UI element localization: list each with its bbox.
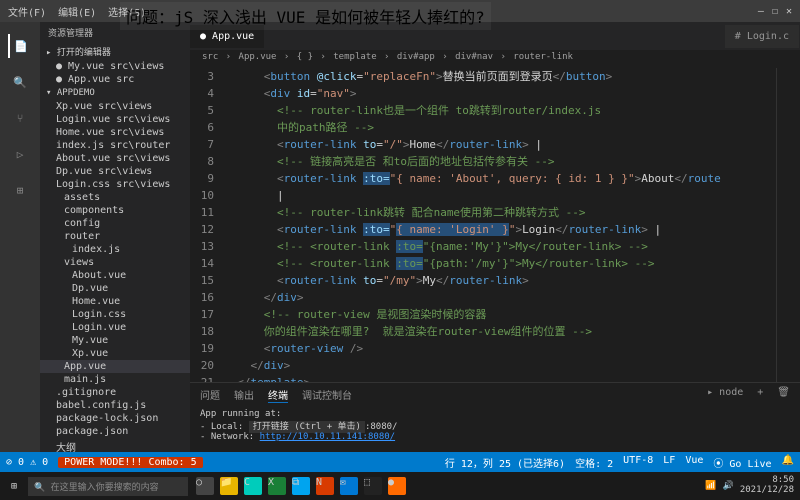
terminal-new-icon[interactable]: + [757, 387, 763, 403]
panel-tab[interactable]: 调试控制台 [302, 387, 352, 403]
tree-item[interactable]: Xp.vue src\views [40, 100, 190, 113]
breadcrumb-segment[interactable]: template [333, 52, 376, 62]
terminal-dropdown[interactable]: ▸ node [707, 387, 743, 403]
tree-item[interactable]: views [40, 256, 190, 269]
breadcrumb-segment[interactable]: div#app [397, 52, 435, 62]
status-go-live[interactable]: ⦿ Go Live [713, 455, 771, 470]
tree-item[interactable]: Home.vue src\views [40, 126, 190, 139]
explorer-icon[interactable]: 📄 [8, 34, 32, 58]
task-icon[interactable]: ✉ [340, 477, 358, 495]
tree-item[interactable]: package.json [40, 425, 190, 438]
status-spaces[interactable]: 空格: 2 [575, 455, 613, 470]
tray-clock[interactable]: 8:50 2021/12/28 [740, 476, 794, 496]
tree-item[interactable]: components [40, 204, 190, 217]
minimap[interactable] [776, 68, 800, 382]
tree-item[interactable]: Login.css src\views [40, 178, 190, 191]
panel-tab[interactable]: 问题 [200, 387, 220, 403]
window-controls[interactable]: —☐✕ [750, 6, 792, 17]
status-ln-col[interactable]: 行 12，列 25 (已选择6) [445, 455, 565, 470]
tree-item[interactable]: Xp.vue [40, 347, 190, 360]
tree-item[interactable]: Login.css [40, 308, 190, 321]
project-header[interactable]: ▾ APPDEMO [40, 86, 190, 100]
tray-volume-icon[interactable]: 🔊 [723, 481, 734, 491]
start-button[interactable]: ⊞ [0, 481, 28, 492]
code-editor[interactable]: <button @click="replaceFn">替换当前页面到登录页</b… [224, 68, 776, 382]
panel-tab[interactable]: 输出 [234, 387, 254, 403]
tree-item[interactable]: package-lock.json [40, 412, 190, 425]
status-encoding[interactable]: UTF-8 [623, 455, 653, 470]
tree-item[interactable]: App.vue [40, 360, 190, 373]
status-power-mode[interactable]: POWER MODE!!! Combo: 5 [58, 457, 202, 468]
tree-item[interactable]: Dp.vue src\views [40, 165, 190, 178]
task-icon[interactable]: N [316, 477, 334, 495]
taskbar-search[interactable]: 🔍 在这里输入你要搜索的内容 [28, 477, 188, 496]
tree-item[interactable]: Login.vue src\views [40, 113, 190, 126]
open-editor-item[interactable]: ● My.vue src\views [40, 60, 190, 73]
terminal-output[interactable]: App running at: - Local: 打开链接 (Ctrl + 单击… [190, 407, 800, 444]
tree-item[interactable]: About.vue [40, 269, 190, 282]
tree-item[interactable]: 大纲 [40, 438, 190, 452]
open-editors-header[interactable]: ▸ 打开的编辑器 [40, 43, 190, 60]
panel: 问题输出终端调试控制台 ▸ node + 🗑 App running at: -… [190, 382, 800, 452]
breadcrumb-segment[interactable]: src [202, 52, 218, 62]
tray-wifi-icon[interactable]: 📶 [705, 481, 716, 491]
tree-item[interactable]: config [40, 217, 190, 230]
task-icon[interactable]: ⬚ [364, 477, 382, 495]
terminal-trash-icon[interactable]: 🗑 [777, 387, 790, 403]
task-icon[interactable]: ○ [196, 477, 214, 495]
task-icon[interactable]: C [244, 477, 262, 495]
editor-group: ● App.vue # Login.c src › App.vue › { } … [190, 22, 800, 452]
breadcrumb-segment[interactable]: router-link [513, 52, 573, 62]
activity-bar: 📄 🔍 ⑂ ▷ ⊞ [0, 22, 40, 452]
tree-item[interactable]: Home.vue [40, 295, 190, 308]
tree-item[interactable]: babel.config.js [40, 399, 190, 412]
tab-login-c[interactable]: # Login.c [725, 25, 799, 48]
status-eol[interactable]: LF [663, 455, 675, 470]
taskbar-apps: ○ 📁 C X ⧉ N ✉ ⬚ ● [188, 477, 414, 495]
task-icon[interactable]: 📁 [220, 477, 238, 495]
tree-item[interactable]: Login.vue [40, 321, 190, 334]
extensions-icon[interactable]: ⊞ [8, 178, 32, 202]
tree-item[interactable]: index.js src\router [40, 139, 190, 152]
tree-item[interactable]: About.vue src\views [40, 152, 190, 165]
windows-taskbar: ⊞ 🔍 在这里输入你要搜索的内容 ○ 📁 C X ⧉ N ✉ ⬚ ● 📶 🔊 8… [0, 472, 800, 500]
tree-item[interactable]: router [40, 230, 190, 243]
panel-tabs: 问题输出终端调试控制台 ▸ node + 🗑 [190, 383, 800, 407]
debug-icon[interactable]: ▷ [8, 142, 32, 166]
status-bar: ⊘ 0 ⚠ 0 POWER MODE!!! Combo: 5 行 12，列 25… [0, 452, 800, 472]
tree-item[interactable]: .gitignore [40, 386, 190, 399]
status-errors[interactable]: ⊘ 0 ⚠ 0 [6, 457, 48, 468]
task-icon[interactable]: ● [388, 477, 406, 495]
task-icon[interactable]: X [268, 477, 286, 495]
line-gutter: 3456789101112131415161718192021 [190, 68, 224, 382]
tree-item[interactable]: main.js [40, 373, 190, 386]
tree-item[interactable]: index.js [40, 243, 190, 256]
status-language[interactable]: Vue [685, 455, 703, 470]
breadcrumb-segment[interactable]: div#nav [455, 52, 493, 62]
tree-item[interactable]: My.vue [40, 334, 190, 347]
search-icon[interactable]: 🔍 [8, 70, 32, 94]
breadcrumb[interactable]: src › App.vue › { } › template › div#app… [190, 50, 800, 68]
task-icon[interactable]: ⧉ [292, 477, 310, 495]
tree-item[interactable]: Dp.vue [40, 282, 190, 295]
scm-icon[interactable]: ⑂ [8, 106, 32, 130]
menu-file[interactable]: 文件(F) [8, 4, 46, 19]
breadcrumb-segment[interactable]: App.vue [239, 52, 277, 62]
system-tray[interactable]: 📶 🔊 8:50 2021/12/28 [705, 476, 800, 496]
panel-tab[interactable]: 终端 [268, 387, 288, 403]
menu-edit[interactable]: 编辑(E) [58, 4, 96, 19]
overlay-question: 问题：jS 深入浅出 VUE 是如何被年轻人捧红的? [120, 2, 491, 30]
status-bell-icon[interactable]: 🔔 [782, 455, 794, 470]
tree-item[interactable]: assets [40, 191, 190, 204]
breadcrumb-segment[interactable]: { } [297, 52, 313, 62]
open-editor-item[interactable]: ● App.vue src [40, 73, 190, 86]
sidebar: 资源管理器 ▸ 打开的编辑器 ● My.vue src\views● App.v… [40, 22, 190, 452]
